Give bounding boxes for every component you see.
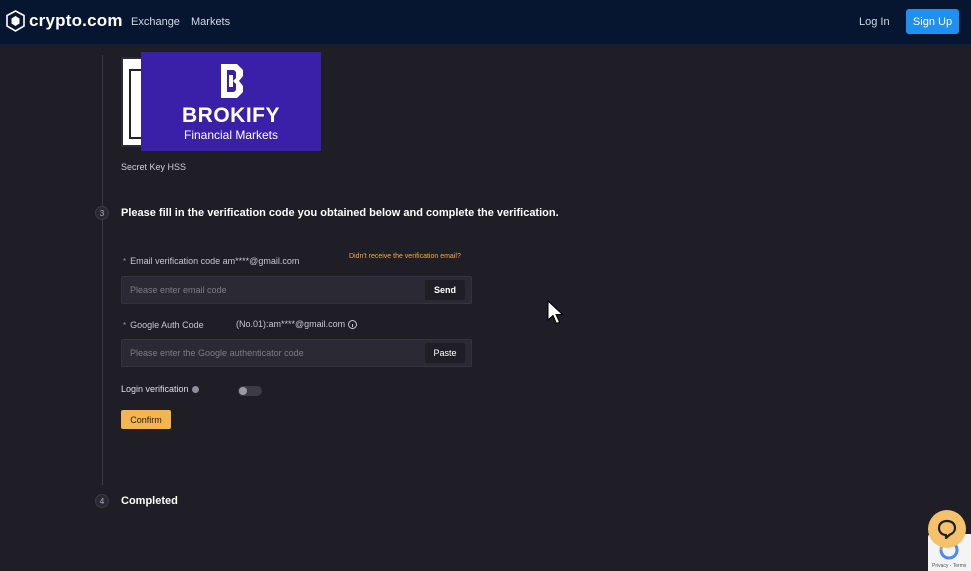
steps-timeline [102,55,103,485]
nav-exchange[interactable]: Exchange [131,16,180,28]
required-mark: * [123,256,127,266]
required-mark: * [123,320,127,330]
email-code-field: Send [121,276,472,304]
login-verification-label: Login verification [121,384,189,394]
email-code-input[interactable] [130,277,420,303]
email-code-label: * Email verification code am****@gmail.c… [123,256,299,266]
banner-brand-subtitle: Financial Markets [183,128,279,142]
info-circle-icon[interactable] [191,385,199,393]
login-link[interactable]: Log In [859,16,890,28]
send-code-button[interactable]: Send [425,280,465,300]
nav-markets[interactable]: Markets [191,16,230,28]
google-auth-field: Paste [121,339,472,367]
top-navigation-bar: crypto.com Exchange Markets Log In Sign … [0,0,971,45]
google-auth-label: * Google Auth Code [123,320,204,330]
banner-brand-name: BROKIFY [182,104,280,127]
step-3-title: Please fill in the verification code you… [121,207,559,219]
login-verification-row: Login verification [121,384,199,394]
confirm-button[interactable]: Confirm [121,410,171,429]
brokify-logo-icon [221,64,243,98]
info-circle-icon[interactable] [348,319,358,329]
step-4-title: Completed [121,495,178,507]
google-auth-input[interactable] [130,340,420,366]
crypto-lion-shield-icon [6,10,25,32]
toggle-knob [239,387,247,395]
chat-support-button[interactable] [928,510,966,548]
google-auth-account-text: (No.01):am****@gmail.com [236,319,346,329]
email-code-label-text: Email verification code am****@gmail.com [130,256,300,266]
login-verification-toggle[interactable] [238,386,262,396]
brand-logo[interactable]: crypto.com [6,10,123,32]
paste-button[interactable]: Paste [425,343,465,363]
resend-help-link[interactable]: Didn't receive the verification email? [349,252,461,261]
secret-key-label: Secret Key HSS [121,162,187,172]
recaptcha-links[interactable]: Privacy - Terms [932,563,966,569]
brand-name: crypto.com [29,11,123,30]
step-number-4: 4 [95,494,109,508]
mouse-pointer-icon [547,300,564,325]
google-auth-account: (No.01):am****@gmail.com [236,319,358,329]
brokify-banner: BROKIFY Financial Markets [141,52,321,151]
signup-button[interactable]: Sign Up [906,9,959,34]
chat-bubble-icon [937,519,957,539]
google-auth-label-text: Google Auth Code [130,320,204,330]
step-number-3: 3 [95,206,109,220]
